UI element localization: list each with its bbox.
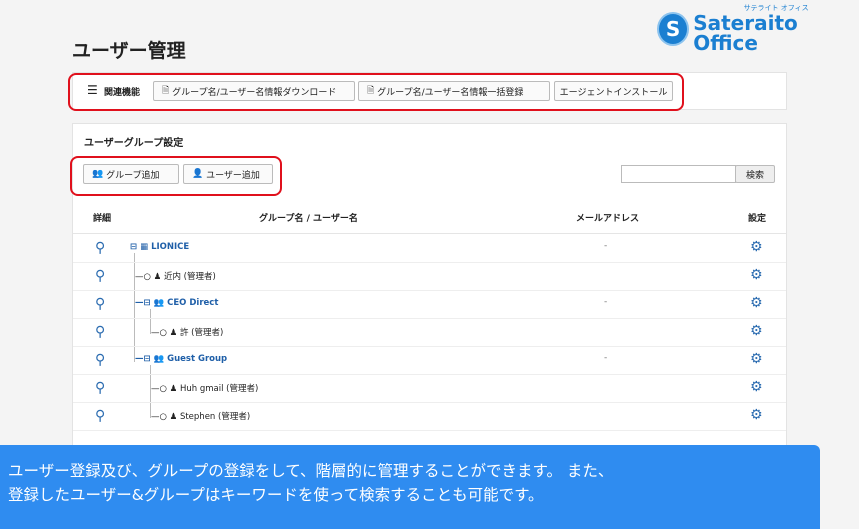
section-title: ユーザーグループ設定 [84, 138, 184, 149]
caption-line: 登録したユーザー&グループはキーワードを使って検索することも可能です。 [8, 486, 544, 504]
row-name[interactable]: —○ ♟ 許 (管理者) [151, 326, 223, 338]
bulk-register-button[interactable]: 🗎 グループ名/ユーザー名情報一括登録 [358, 81, 550, 101]
gear-icon[interactable]: ⚙ [750, 267, 763, 283]
logo: S サテライト オフィス Sateraito Office [657, 4, 859, 53]
page-title: ユーザー管理 [72, 40, 186, 62]
search-input[interactable] [621, 165, 736, 183]
file-icon: 🗎 [367, 86, 378, 96]
table-row[interactable]: ⚲ —○ ♟ 近内 (管理者) ⚙ [73, 262, 786, 291]
table-row[interactable]: ⚲ —○ ♟ Huh gmail (管理者) ⚙ [73, 374, 786, 403]
gear-icon[interactable]: ⚙ [750, 323, 763, 339]
search-icon[interactable]: ⚲ [95, 380, 105, 396]
gear-icon[interactable]: ⚙ [750, 239, 763, 255]
gear-icon[interactable]: ⚙ [750, 407, 763, 423]
gear-icon[interactable]: ⚙ [750, 351, 763, 367]
caption-line: ユーザー登録及び、グループの登録をして、階層的に管理することができます。 また、 [8, 462, 614, 480]
gear-icon[interactable]: ⚙ [750, 379, 763, 395]
search-icon[interactable]: ⚲ [95, 268, 105, 284]
download-label: グループ名/ユーザー名情報ダウンロード [172, 87, 337, 98]
menu-icon: ☰ [87, 83, 98, 97]
table-row[interactable]: ⚲ —⊟ 👥 CEO Direct - ⚙ [73, 290, 786, 319]
file-icon: 🗎 [162, 86, 173, 96]
add-user-button[interactable]: 👤 ユーザー追加 [183, 164, 273, 184]
search-icon[interactable]: ⚲ [95, 296, 105, 312]
row-name[interactable]: —⊟ 👥 Guest Group [135, 354, 227, 364]
search-icon[interactable]: ⚲ [95, 240, 105, 256]
add-group-label: グループ追加 [106, 170, 160, 181]
add-user-icon: 👤 [192, 169, 207, 179]
search-icon[interactable]: ⚲ [95, 324, 105, 340]
related-functions-toolbar: ☰ 関連機能 🗎 グループ名/ユーザー名情報ダウンロード 🗎 グループ名/ユーザ… [68, 72, 787, 111]
table-row[interactable]: ⚲ —○ ♟ Stephen (管理者) ⚙ [73, 402, 786, 431]
logo-seal-icon: S [657, 11, 690, 46]
header-detail: 詳細 [93, 214, 112, 224]
row-name[interactable]: ⊟ ▦ LIONICE [130, 242, 189, 252]
bulk-register-label: グループ名/ユーザー名情報一括登録 [377, 87, 524, 98]
header-settings: 設定 [748, 214, 767, 224]
user-group-settings-panel: ユーザーグループ設定 👥 グループ追加 👤 ユーザー追加 検索 詳細 グループ名… [70, 123, 787, 455]
header-email: メールアドレス [576, 214, 640, 224]
gear-icon[interactable]: ⚙ [750, 295, 763, 311]
logo-text: Sateraito Office [693, 11, 798, 55]
add-group-icon: 👥 [92, 169, 107, 179]
search-icon[interactable]: ⚲ [95, 352, 105, 368]
agent-install-button[interactable]: エージェントインストール [554, 81, 673, 101]
toolbar-label: 関連機能 [104, 88, 141, 98]
table-row[interactable]: ⚲ —○ ♟ 許 (管理者) ⚙ [73, 318, 786, 347]
table-row[interactable]: ⚲ —⊟ 👥 Guest Group - ⚙ [73, 346, 786, 375]
row-name[interactable]: —○ ♟ Huh gmail (管理者) [151, 382, 258, 394]
row-name[interactable]: —○ ♟ 近内 (管理者) [135, 270, 216, 282]
table-row[interactable]: ⚲ ⊟ ▦ LIONICE - ⚙ [73, 234, 786, 263]
caption-overlay: ユーザー登録及び、グループの登録をして、階層的に管理することができます。 また、… [0, 445, 820, 529]
row-email: - [604, 297, 608, 307]
add-user-label: ユーザー追加 [206, 170, 260, 181]
search-icon[interactable]: ⚲ [95, 408, 105, 424]
search-button[interactable]: 検索 [735, 165, 775, 183]
download-button[interactable]: 🗎 グループ名/ユーザー名情報ダウンロード [153, 81, 355, 101]
row-email: - [604, 353, 608, 363]
header-name: グループ名 / ユーザー名 [259, 214, 358, 224]
row-name[interactable]: —○ ♟ Stephen (管理者) [151, 410, 250, 422]
row-email: - [604, 241, 608, 251]
row-name[interactable]: —⊟ 👥 CEO Direct [135, 298, 218, 308]
add-group-button[interactable]: 👥 グループ追加 [83, 164, 179, 184]
